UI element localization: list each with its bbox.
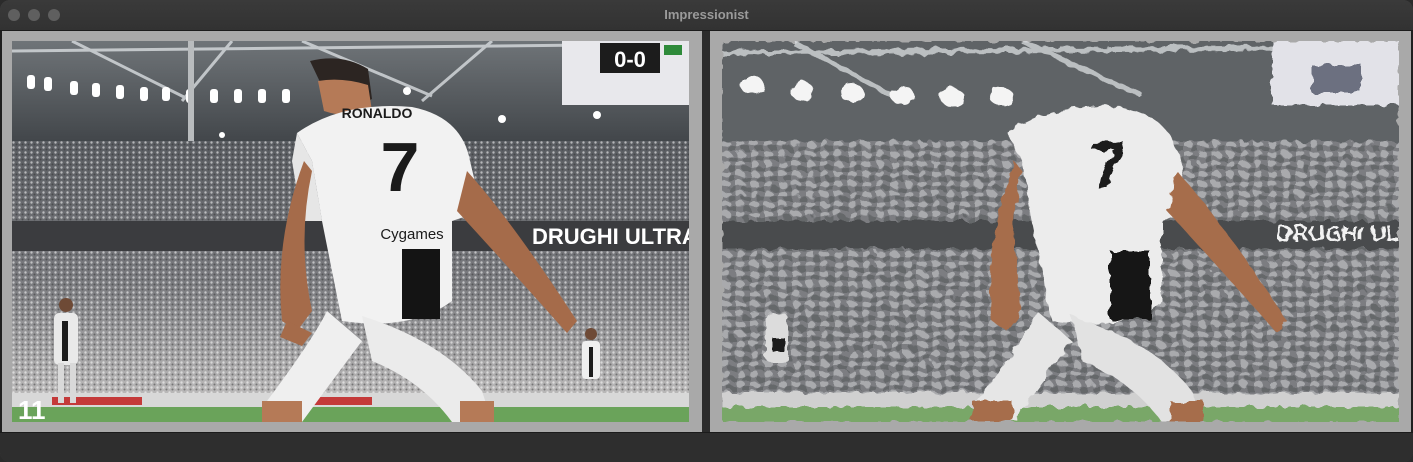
original-photo: 0-0 DRUGHI ULTRA' 7 RONALDO Cygames 11 <box>12 41 689 422</box>
original-image-canvas[interactable]: 0-0 DRUGHI ULTRA' 7 RONALDO Cygames 11 <box>12 41 689 422</box>
painted-jersey-number: 7 <box>1089 128 1127 204</box>
scoreboard-score: 0-0 <box>614 47 646 72</box>
image-workspace: 0-0 DRUGHI ULTRA' 7 RONALDO Cygames 11 7… <box>0 31 1413 432</box>
painted-stadium-banner: DRUGHI ULTRA' <box>1277 221 1399 246</box>
status-bar <box>0 432 1413 462</box>
painted-image-pane: 7 DRUGHI ULTRA' <box>710 31 1411 432</box>
title-bar[interactable]: Impressionist <box>0 0 1413 31</box>
jersey-name: RONALDO <box>342 105 413 121</box>
pane-divider[interactable] <box>702 31 710 432</box>
corner-logo: 11 <box>18 395 46 422</box>
jersey-sponsor: Cygames <box>380 226 443 243</box>
window-title: Impressionist <box>664 7 749 22</box>
jersey-number: 7 <box>381 128 420 206</box>
original-image-pane: 0-0 DRUGHI ULTRA' 7 RONALDO Cygames 11 <box>2 31 702 432</box>
painted-image-canvas[interactable]: 7 DRUGHI ULTRA' <box>722 41 1399 422</box>
painted-photo: 7 DRUGHI ULTRA' <box>722 41 1399 422</box>
app-window: Impressionist 0-0 DRUGHI ULTRA' 7 RONALD… <box>0 0 1413 462</box>
stadium-banner: DRUGHI ULTRA' <box>532 224 689 249</box>
